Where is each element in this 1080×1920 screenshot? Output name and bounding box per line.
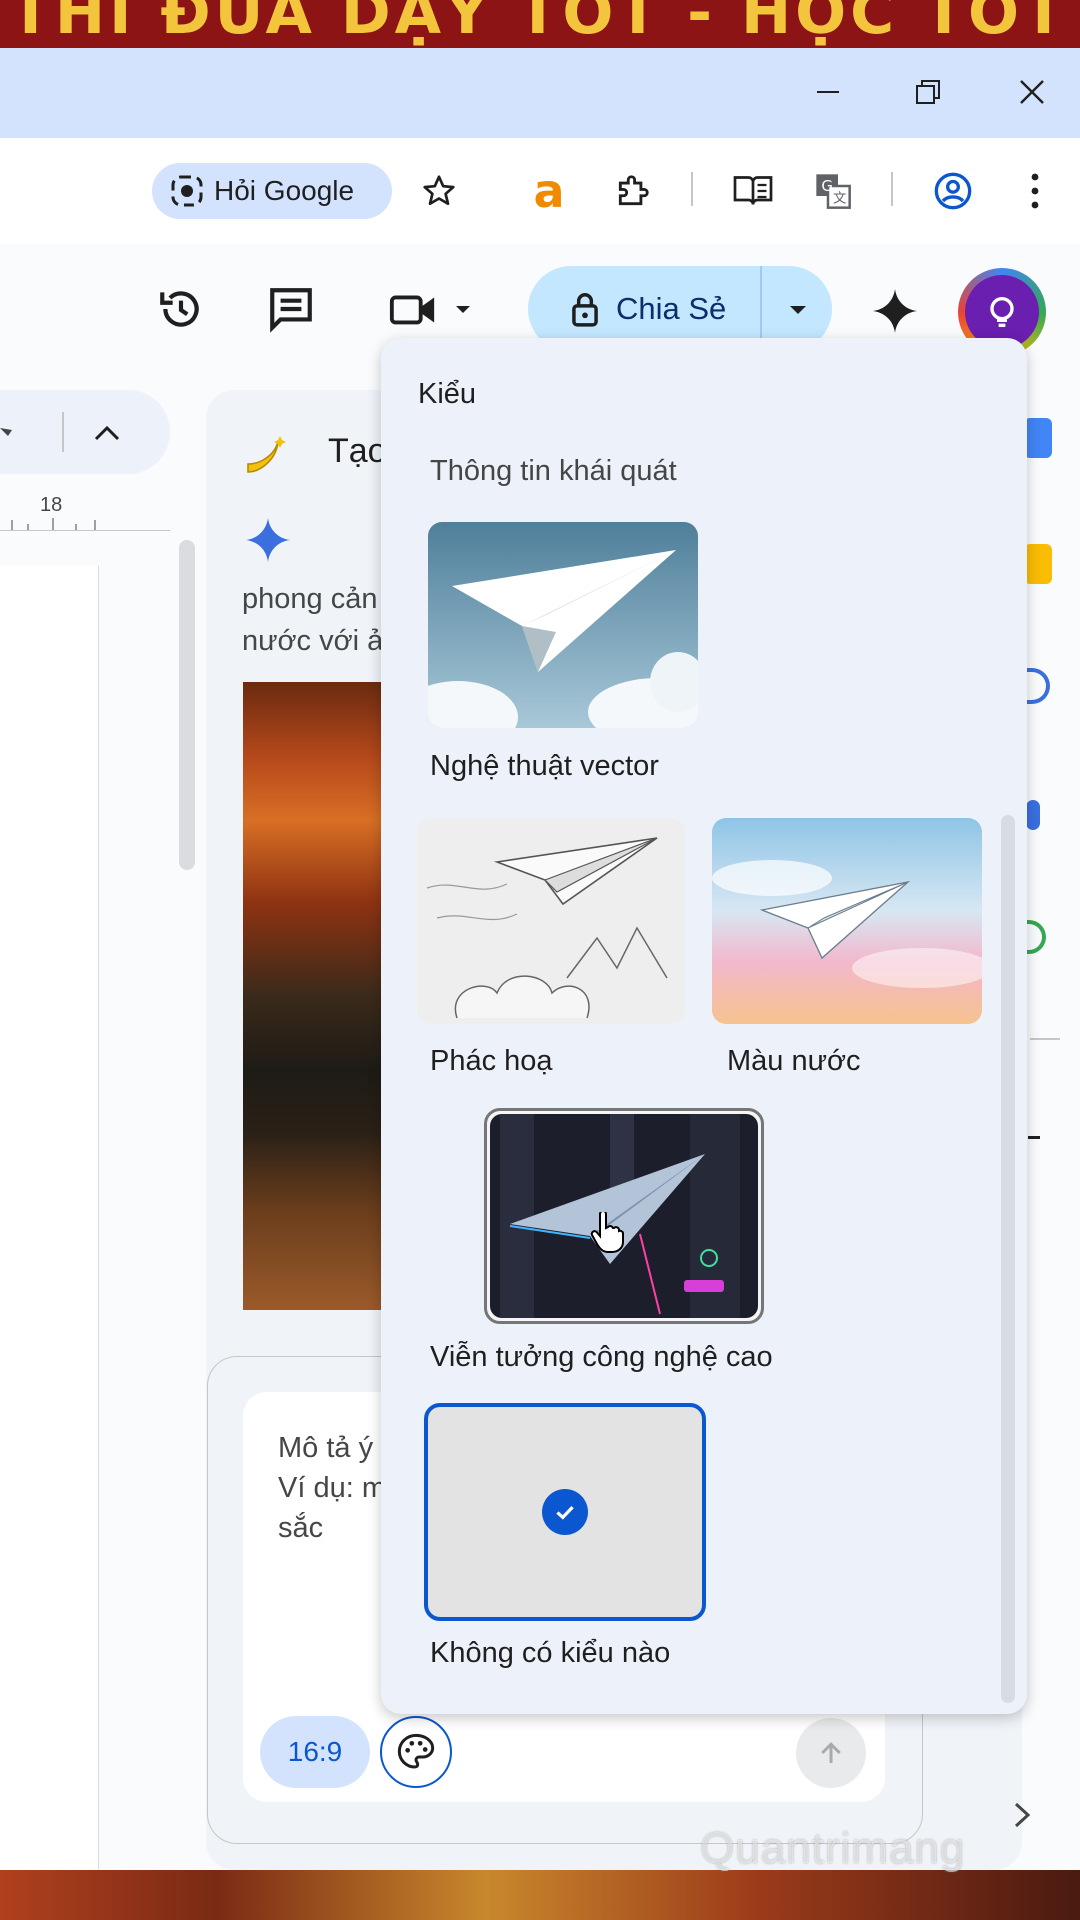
- horizontal-ruler: 18: [0, 490, 170, 531]
- document-page[interactable]: [0, 566, 99, 1920]
- style-palette-button[interactable]: [380, 1716, 452, 1788]
- more-icon: [1031, 173, 1039, 209]
- gemini-sparkle-icon: [244, 516, 292, 569]
- profile-button[interactable]: [926, 164, 980, 218]
- style-menu-scrollbar[interactable]: [1001, 815, 1015, 1703]
- lightbulb-icon: [990, 297, 1014, 327]
- style-option-none[interactable]: [424, 1403, 706, 1621]
- sketch-thumbnail: [417, 818, 685, 1024]
- chevron-down-icon: [790, 306, 806, 314]
- style-option-label: Nghệ thuật vector: [430, 750, 659, 782]
- restore-button[interactable]: [898, 62, 958, 122]
- toolbar-divider: [62, 412, 64, 452]
- gemini-response-text: phong cản nước với ả: [242, 583, 384, 657]
- profile-icon: [934, 172, 972, 210]
- ask-google-button[interactable]: Hỏi Google: [152, 163, 392, 219]
- watermark-text: Quantrimang: [700, 1824, 966, 1873]
- gemini-icon: [873, 289, 917, 333]
- scifi-thumbnail: [490, 1114, 758, 1318]
- video-icon: [389, 295, 435, 325]
- chevron-down-icon: [456, 306, 470, 313]
- banner-text: THI ĐUA DẠY TỐT - HỌC TỐT: [10, 0, 1068, 48]
- mouse-pointer-hand: [590, 1210, 624, 1259]
- svg-text:G: G: [821, 177, 833, 195]
- ruler-ticks: [11, 518, 96, 530]
- svg-text:文: 文: [833, 191, 846, 207]
- translate-button[interactable]: G文: [806, 164, 860, 218]
- expand-panel-button[interactable]: [1008, 1798, 1036, 1837]
- send-arrow-icon: [821, 1742, 841, 1763]
- history-icon: [160, 291, 199, 327]
- lock-icon: [572, 293, 598, 327]
- star-icon: [423, 175, 455, 206]
- extensions-icon: [618, 175, 649, 206]
- style-section-label: Thông tin khái quát: [430, 455, 677, 487]
- style-option-label: Viễn tưởng công nghệ cao: [430, 1341, 773, 1373]
- style-option-sketch[interactable]: [417, 818, 685, 1024]
- collapse-toolbar-button[interactable]: [80, 406, 134, 460]
- bookmark-star-button[interactable]: [412, 164, 466, 218]
- chevron-up-icon: [94, 425, 120, 441]
- meet-button[interactable]: [388, 282, 488, 336]
- toolbar-divider: [691, 172, 693, 206]
- style-option-watercolor[interactable]: [712, 818, 982, 1024]
- reading-mode-button[interactable]: [726, 164, 780, 218]
- document-scrollbar[interactable]: [179, 540, 195, 870]
- style-option-label: Phác hoạ: [430, 1045, 553, 1077]
- amazon-extension-button[interactable]: a: [522, 164, 576, 218]
- translate-icon: G文: [816, 174, 851, 209]
- extensions-button[interactable]: [606, 164, 660, 218]
- ruler-label: 18: [40, 494, 63, 516]
- style-option-scifi[interactable]: [484, 1108, 764, 1324]
- gemini-button[interactable]: [868, 284, 922, 338]
- vector-art-thumbnail: [428, 522, 698, 728]
- close-button[interactable]: [1002, 62, 1062, 122]
- style-menu-heading: Kiểu: [418, 378, 477, 410]
- prompt-placeholder: Mô tả ý Ví dụ: m sắc: [278, 1432, 386, 1544]
- chevron-down-icon: [0, 428, 12, 436]
- check-icon: [542, 1489, 588, 1535]
- version-history-button[interactable]: [154, 282, 208, 336]
- style-option-vector[interactable]: [428, 522, 698, 728]
- toolbar-divider: [891, 172, 893, 206]
- ask-google-label: Hỏi Google: [214, 175, 355, 206]
- minimize-button[interactable]: [798, 62, 858, 122]
- style-option-label: Không có kiểu nào: [430, 1637, 671, 1669]
- side-rail-divider: [1030, 1038, 1060, 1040]
- generated-autumn-image[interactable]: [243, 682, 393, 1310]
- bottom-background-image: [0, 1870, 1080, 1920]
- lens-icon: [171, 175, 203, 207]
- keep-app-icon[interactable]: [1024, 544, 1052, 584]
- palette-icon: [397, 1733, 435, 1769]
- amazon-icon: a: [533, 164, 565, 218]
- comment-icon: [270, 288, 312, 333]
- comments-button[interactable]: [264, 282, 318, 336]
- calendar-app-icon[interactable]: [1024, 418, 1052, 458]
- chevron-right-icon: [1014, 1802, 1031, 1828]
- style-option-label: Màu nước: [727, 1045, 861, 1077]
- send-button[interactable]: [796, 1718, 866, 1788]
- browser-menu-button[interactable]: [1008, 164, 1062, 218]
- aspect-ratio-chip[interactable]: 16:9: [260, 1716, 370, 1788]
- banner-image: THI ĐUA DẠY TỐT - HỌC TỐT: [0, 0, 1080, 48]
- banana-icon: [240, 432, 288, 485]
- close-icon: [1020, 80, 1044, 104]
- add-app-icon[interactable]: [1028, 1136, 1040, 1139]
- contacts-app-icon[interactable]: [1026, 800, 1040, 830]
- minimize-icon: [817, 91, 839, 93]
- watercolor-thumbnail: [712, 818, 982, 1024]
- panel-title: Tạo: [328, 432, 387, 470]
- reading-list-icon: [733, 176, 773, 205]
- share-label: Chia Sẻ: [616, 291, 727, 326]
- restore-icon: [916, 80, 940, 104]
